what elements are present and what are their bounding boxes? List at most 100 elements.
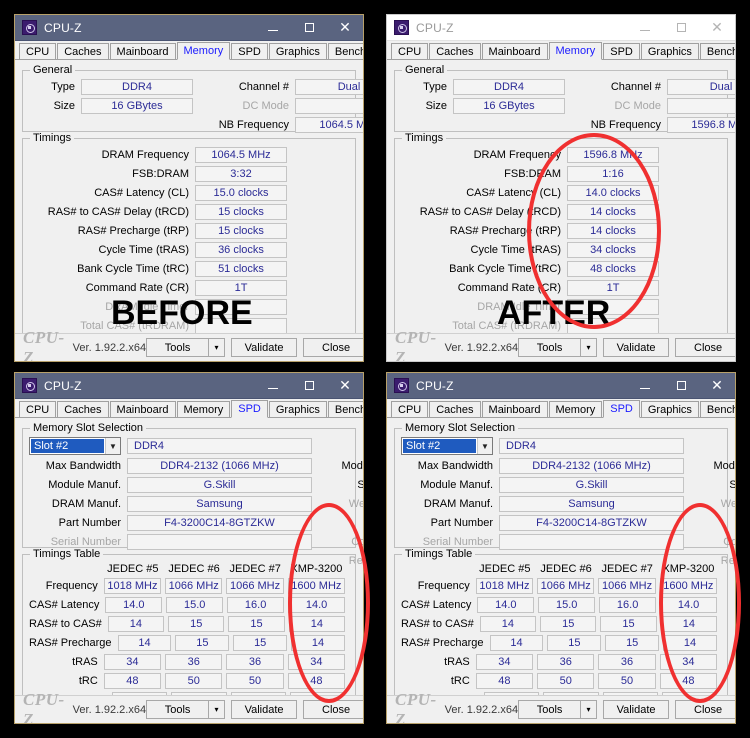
tools-dropdown-icon[interactable]: ▾ (208, 338, 226, 357)
cpuz-window-memory-before[interactable]: CPU-Z ✕ CPU Caches Mainboard Memory SPD … (14, 14, 364, 362)
titlebar[interactable]: CPU-Z ✕ (15, 15, 363, 41)
minimize-icon[interactable] (255, 373, 291, 399)
tabstrip[interactable]: CPU Caches Mainboard Memory SPD Graphics… (15, 41, 363, 60)
field-row: Cycle Time (tRAS) 36 clocks (29, 242, 349, 258)
tab-graphics[interactable]: Graphics (640, 401, 699, 417)
tab-spd[interactable]: SPD (231, 43, 268, 59)
tab-caches[interactable]: Caches (57, 43, 109, 59)
tab-memory[interactable]: Memory (176, 401, 231, 417)
maximize-icon[interactable] (291, 15, 327, 41)
cpuz-window-spd-right[interactable]: CPU-Z ✕ CPU Caches Mainboard Memory SPD … (386, 372, 736, 724)
timings-table-row-label: Frequency (417, 580, 470, 592)
tab-memory[interactable]: Memory (176, 42, 231, 60)
chevron-down-icon[interactable]: ▼ (105, 438, 120, 454)
tab-spd[interactable]: SPD (603, 43, 640, 59)
chevron-down-icon[interactable]: ▼ (477, 438, 492, 454)
close-button[interactable]: Close (303, 700, 363, 719)
titlebar[interactable]: CPU-Z ✕ (387, 373, 735, 399)
close-icon[interactable]: ✕ (327, 15, 363, 41)
slot-row[interactable]: Slot #2 ▼ DDR4 (401, 437, 721, 455)
tab-graphics[interactable]: Graphics (268, 43, 327, 59)
slot-select[interactable]: Slot #2 ▼ (29, 437, 121, 455)
tools-button[interactable]: Tools (146, 338, 209, 357)
close-button[interactable]: Close (675, 700, 735, 719)
tab-mainboard[interactable]: Mainboard (481, 43, 548, 59)
tab-spd[interactable]: SPD (231, 400, 268, 418)
minimize-icon[interactable] (627, 373, 663, 399)
tab-caches[interactable]: Caches (429, 43, 481, 59)
cpuz-window-memory-after[interactable]: CPU-Z ✕ CPU Caches Mainboard Memory SPD … (386, 14, 736, 362)
version-text: Ver. 1.92.2.x64 (444, 703, 519, 716)
statusbar-buttons[interactable]: Tools ▾ Validate Close (146, 338, 363, 357)
timings-table-row-label: RAS# Precharge (401, 637, 484, 649)
window-controls[interactable]: ✕ (627, 15, 735, 41)
field-row: Week/Year (692, 496, 735, 512)
field-label: Cycle Time (tRAS) (470, 244, 561, 256)
tools-dropdown-icon[interactable]: ▾ (580, 338, 598, 357)
tab-cpu[interactable]: CPU (391, 401, 429, 417)
tabstrip[interactable]: CPU Caches Mainboard Memory SPD Graphics… (387, 399, 735, 418)
timings-table-column-header: JEDEC #7 (601, 563, 653, 575)
close-button[interactable]: Close (303, 338, 363, 357)
tabstrip[interactable]: CPU Caches Mainboard Memory SPD Graphics… (15, 399, 363, 418)
window-controls[interactable]: ✕ (255, 373, 363, 399)
slot-selection-legend: Memory Slot Selection (30, 422, 147, 434)
minimize-icon[interactable] (255, 15, 291, 41)
maximize-icon[interactable] (663, 373, 699, 399)
close-icon[interactable]: ✕ (327, 373, 363, 399)
tabstrip[interactable]: CPU Caches Mainboard Memory SPD Graphics… (387, 41, 735, 60)
maximize-icon[interactable] (663, 15, 699, 41)
tab-bench[interactable]: Bench (327, 401, 363, 417)
tools-button[interactable]: Tools (146, 700, 209, 719)
timings-table-header: JEDEC #5 JEDEC #6 JEDEC #7 XMP-3200 (29, 563, 349, 576)
validate-button[interactable]: Validate (603, 338, 670, 357)
memory-slot-selection-group: Memory Slot Selection Slot #2 ▼ DDR4 Max… (394, 422, 735, 567)
tab-bench[interactable]: Bench (327, 43, 363, 59)
tab-mainboard[interactable]: Mainboard (109, 43, 176, 59)
tab-bench[interactable]: Bench (699, 401, 735, 417)
tools-dropdown-icon[interactable]: ▾ (580, 700, 598, 719)
tab-cpu[interactable]: CPU (19, 43, 57, 59)
validate-button[interactable]: Validate (231, 700, 298, 719)
statusbar-buttons[interactable]: Tools ▾ Validate Close (518, 700, 735, 719)
window-controls[interactable]: ✕ (627, 373, 735, 399)
value-type: DDR4 (453, 79, 565, 95)
field-label: Ranks (320, 516, 363, 530)
close-icon[interactable]: ✕ (699, 15, 735, 41)
close-icon[interactable]: ✕ (699, 373, 735, 399)
slot-select[interactable]: Slot #2 ▼ (401, 437, 493, 455)
tab-mainboard[interactable]: Mainboard (481, 401, 548, 417)
field-row: Week/Year (320, 496, 363, 512)
tab-caches[interactable]: Caches (429, 401, 481, 417)
timings-table-cell: 15 (600, 616, 657, 632)
tab-cpu[interactable]: CPU (391, 43, 429, 59)
validate-button[interactable]: Validate (603, 700, 670, 719)
tab-spd[interactable]: SPD (603, 400, 640, 418)
tab-mainboard[interactable]: Mainboard (109, 401, 176, 417)
tab-cpu[interactable]: CPU (19, 401, 57, 417)
tab-graphics[interactable]: Graphics (640, 43, 699, 59)
statusbar: CPU-Z Ver. 1.92.2.x64 Tools ▾ Validate C… (15, 690, 363, 723)
tools-button[interactable]: Tools (518, 700, 581, 719)
titlebar[interactable]: CPU-Z ✕ (15, 373, 363, 399)
maximize-icon[interactable] (291, 373, 327, 399)
minimize-icon[interactable] (627, 15, 663, 41)
field-value: 36 clocks (195, 242, 287, 258)
titlebar[interactable]: CPU-Z ✕ (387, 15, 735, 41)
window-controls[interactable]: ✕ (255, 15, 363, 41)
tab-memory[interactable]: Memory (548, 401, 603, 417)
validate-button[interactable]: Validate (231, 338, 298, 357)
statusbar-buttons[interactable]: Tools ▾ Validate Close (518, 338, 735, 357)
timings-table-cell: 50 (165, 673, 223, 689)
spd-tab-content: Memory Slot Selection Slot #2 ▼ DDR4 Max… (387, 418, 735, 723)
tools-button[interactable]: Tools (518, 338, 581, 357)
cpuz-window-spd-left[interactable]: CPU-Z ✕ CPU Caches Mainboard Memory SPD … (14, 372, 364, 724)
tools-dropdown-icon[interactable]: ▾ (208, 700, 226, 719)
tab-bench[interactable]: Bench (699, 43, 735, 59)
close-button[interactable]: Close (675, 338, 735, 357)
tab-caches[interactable]: Caches (57, 401, 109, 417)
tab-memory[interactable]: Memory (548, 42, 603, 60)
slot-row[interactable]: Slot #2 ▼ DDR4 (29, 437, 349, 455)
statusbar-buttons[interactable]: Tools ▾ Validate Close (146, 700, 363, 719)
tab-graphics[interactable]: Graphics (268, 401, 327, 417)
